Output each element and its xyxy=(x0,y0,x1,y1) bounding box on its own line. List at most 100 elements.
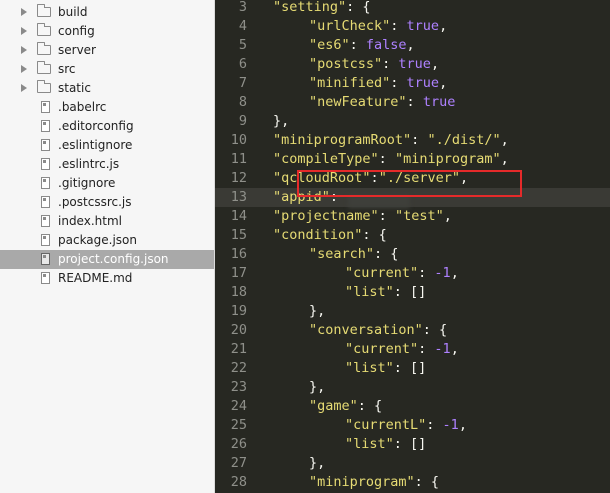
code-line[interactable]: 16 "search": { xyxy=(215,245,610,264)
code-token: , xyxy=(406,37,415,53)
code-text: "setting": { xyxy=(273,0,371,17)
code-token: false xyxy=(365,37,407,53)
file-icon xyxy=(41,101,50,113)
line-number: 3 xyxy=(238,0,247,15)
code-token: : xyxy=(378,151,395,167)
code-line[interactable]: 27}, xyxy=(215,454,610,473)
code-line[interactable]: 17 "current": -1, xyxy=(215,264,610,283)
line-number: 18 xyxy=(230,284,247,300)
code-line[interactable]: 15 "condition": { xyxy=(215,226,610,245)
tree-file-index.html[interactable]: index.html xyxy=(0,212,214,231)
code-token: -1 xyxy=(434,265,451,281)
expand-arrow-icon[interactable] xyxy=(21,8,27,16)
code-token: -1 xyxy=(442,417,459,433)
code-line[interactable]: 9}, xyxy=(215,112,610,131)
code-token: "miniprogramRoot" xyxy=(273,132,412,148)
tree-file-project.config.json[interactable]: project.config.json xyxy=(0,250,214,269)
tree-folder-config[interactable]: config xyxy=(0,22,214,41)
code-token: "es6" xyxy=(309,37,350,53)
code-token: "currentL" xyxy=(345,417,427,433)
code-text: "newFeature": true xyxy=(309,93,455,112)
tree-file-package.json[interactable]: package.json xyxy=(0,231,214,250)
code-line[interactable]: 4 "urlCheck": true, xyxy=(215,17,610,36)
code-line[interactable]: 19}, xyxy=(215,302,610,321)
code-editor[interactable]: 3 "setting": {4 "urlCheck": true, 5 "es6": f… xyxy=(215,0,610,493)
code-token: , xyxy=(439,75,448,91)
tree-folder-server[interactable]: server xyxy=(0,41,214,60)
code-token: : [] xyxy=(393,436,427,452)
line-number: 25 xyxy=(230,417,247,433)
expand-arrow-icon[interactable] xyxy=(21,65,27,73)
line-number: 10 xyxy=(230,132,247,148)
code-token: }, xyxy=(309,455,326,471)
code-line[interactable]: 7 "minified": true, xyxy=(215,74,610,93)
code-text: }, xyxy=(309,302,325,321)
expand-arrow-icon[interactable] xyxy=(21,27,27,35)
code-line[interactable]: 20 "conversation": { xyxy=(215,321,610,340)
tree-item-label: .gitignore xyxy=(58,176,116,190)
tree-file-dot-babelrc[interactable]: .babelrc xyxy=(0,98,214,117)
file-explorer-sidebar: build config server src static .babelrc .edito… xyxy=(0,0,215,493)
code-line[interactable]: 22 "list": [] xyxy=(215,359,610,378)
code-token: , xyxy=(458,417,467,433)
code-token: "list" xyxy=(345,360,394,376)
code-token: : xyxy=(418,265,435,281)
code-token: : xyxy=(390,75,407,91)
line-number: 27 xyxy=(230,455,247,471)
tree-folder-static[interactable]: static xyxy=(0,79,214,98)
tree-file-dot-postcssrc.js[interactable]: .postcssrc.js xyxy=(0,193,214,212)
code-token: : { xyxy=(357,398,383,414)
code-line[interactable]: 21 "current": -1, xyxy=(215,340,610,359)
folder-icon xyxy=(37,4,51,17)
code-token: "search" xyxy=(309,246,375,262)
tree-item-label: config xyxy=(58,24,95,38)
code-text: "list": [] xyxy=(345,283,426,302)
code-line[interactable]: 28 "miniprogram": { xyxy=(215,473,610,492)
code-token: true xyxy=(406,18,440,34)
file-icon xyxy=(41,253,50,265)
code-token: , xyxy=(450,265,459,281)
code-token: "./dist/" xyxy=(427,132,501,148)
expand-arrow-icon[interactable] xyxy=(21,84,27,92)
code-line[interactable]: 10 "miniprogramRoot": "./dist/", xyxy=(215,131,610,150)
code-text: "game": { xyxy=(309,397,382,416)
line-number: 21 xyxy=(230,341,247,357)
code-token: , xyxy=(500,132,509,148)
line-number: 22 xyxy=(230,360,247,376)
code-token: "current" xyxy=(345,341,419,357)
code-text: "minified": true, xyxy=(309,74,447,93)
code-line[interactable]: 14 "projectname": "test", xyxy=(215,207,610,226)
expand-arrow-icon[interactable] xyxy=(21,46,27,54)
line-number: 28 xyxy=(230,474,247,490)
code-line[interactable]: 25 "currentL": -1, xyxy=(215,416,610,435)
code-line[interactable]: 26 "list": [] xyxy=(215,435,610,454)
code-line[interactable]: 6 "postcss": true, xyxy=(215,55,610,74)
code-token: }, xyxy=(309,379,326,395)
tree-file-dot-gitignore[interactable]: .gitignore xyxy=(0,174,214,193)
highlight-annotation-box xyxy=(297,170,522,197)
code-line[interactable]: 11 "compileType": "miniprogram", xyxy=(215,150,610,169)
code-line[interactable]: 24 "game": { xyxy=(215,397,610,416)
line-number: 12 xyxy=(230,170,247,186)
tree-file-dot-eslintignore[interactable]: .eslintignore xyxy=(0,136,214,155)
tree-file-README.md[interactable]: README.md xyxy=(0,269,214,288)
code-line[interactable]: 5 "es6": false, xyxy=(215,36,610,55)
code-line[interactable]: 3 "setting": { xyxy=(215,0,610,17)
tree-item-label: project.config.json xyxy=(58,252,169,266)
file-icon xyxy=(41,158,50,170)
code-text: "miniprogramRoot": "./dist/", xyxy=(273,131,509,150)
code-token: "newFeature" xyxy=(309,94,407,110)
tree-file-dot-editorconfig[interactable]: .editorconfig xyxy=(0,117,214,136)
code-token: true xyxy=(422,94,456,110)
code-line[interactable]: 23}, xyxy=(215,378,610,397)
code-line[interactable]: 18 "list": [] xyxy=(215,283,610,302)
tree-folder-build[interactable]: build xyxy=(0,3,214,22)
line-number: 19 xyxy=(230,303,247,319)
tree-item-label: package.json xyxy=(58,233,138,247)
tree-folder-src[interactable]: src xyxy=(0,60,214,79)
code-token: : xyxy=(382,56,399,72)
code-line[interactable]: 8 "newFeature": true xyxy=(215,93,610,112)
folder-icon xyxy=(37,61,51,74)
tree-file-dot-eslintrc.js[interactable]: .eslintrc.js xyxy=(0,155,214,174)
code-token: , xyxy=(430,56,440,72)
